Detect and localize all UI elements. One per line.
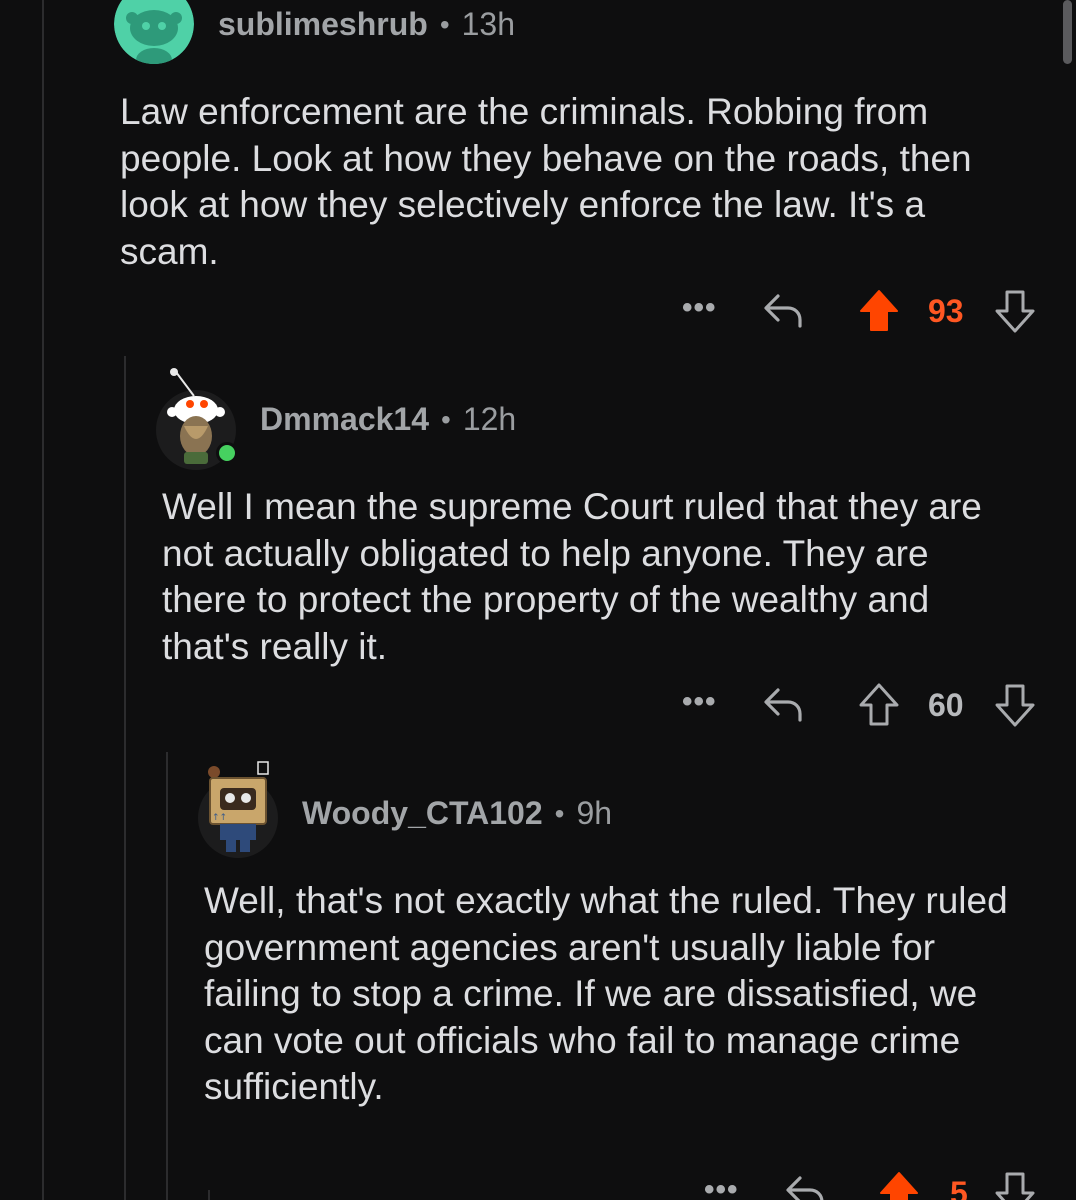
more-options-button[interactable]: ••• [682,682,717,722]
username[interactable]: sublimeshrub [218,6,428,43]
snoo-avatar-icon: ↑↑ [198,761,278,858]
downvote-arrow-icon[interactable] [994,1170,1036,1200]
more-options-button[interactable]: ••• [704,1170,739,1200]
comment-header: sublimeshrub • 13h [218,6,515,43]
separator-dot: • [554,797,565,829]
comment-header: Woody_CTA102 • 9h [302,795,612,832]
vote-score: 60 [928,687,964,723]
comment-body: Law enforcement are the criminals. Robbi… [120,91,972,272]
username[interactable]: Dmmack14 [260,401,429,438]
comment-body: Well I mean the supreme Court ruled that… [162,486,982,667]
snoo-avatar-icon [114,0,194,64]
upvote-arrow-icon[interactable] [878,1170,920,1200]
comment-header: Dmmack14 • 12h [260,401,516,438]
comment-actions: ••• 93 [680,288,1040,338]
comment-body: Well, that's not exactly what the ruled.… [204,880,1008,1107]
more-options-button[interactable]: ••• [682,288,717,328]
avatar[interactable] [154,368,238,470]
username[interactable]: Woody_CTA102 [302,795,543,832]
comment-woody-cta102: ↑↑ Woody_CTA102 • 9h Well, that's not ex… [0,752,1076,1200]
timestamp: 9h [576,795,613,831]
online-status-dot [216,442,238,464]
comment-sublimeshrub: sublimeshrub • 13h Law enforcement are t… [0,0,1076,350]
comment-actions: ••• 5 [704,1170,1044,1200]
upvote-arrow-icon[interactable] [858,682,900,728]
separator-dot: • [441,403,451,435]
comment-actions: ••• 60 [680,682,1040,732]
vote-score: 5 [950,1175,968,1200]
comment-dmmack14: Dmmack14 • 12h Well I mean the supreme C… [0,360,1076,740]
upvote-arrow-icon[interactable] [858,288,900,334]
downvote-arrow-icon[interactable] [994,682,1036,728]
avatar[interactable]: ↑↑ [196,761,278,858]
reply-icon[interactable] [762,288,804,332]
reply-icon[interactable] [762,682,804,726]
avatar[interactable] [114,0,194,64]
reply-icon[interactable] [784,1170,826,1200]
timestamp: 13h [461,6,516,42]
downvote-arrow-icon[interactable] [994,288,1036,334]
timestamp: 12h [462,401,517,437]
vote-score: 93 [928,293,964,329]
svg-text:↑↑: ↑↑ [212,813,227,823]
separator-dot: • [439,8,450,40]
